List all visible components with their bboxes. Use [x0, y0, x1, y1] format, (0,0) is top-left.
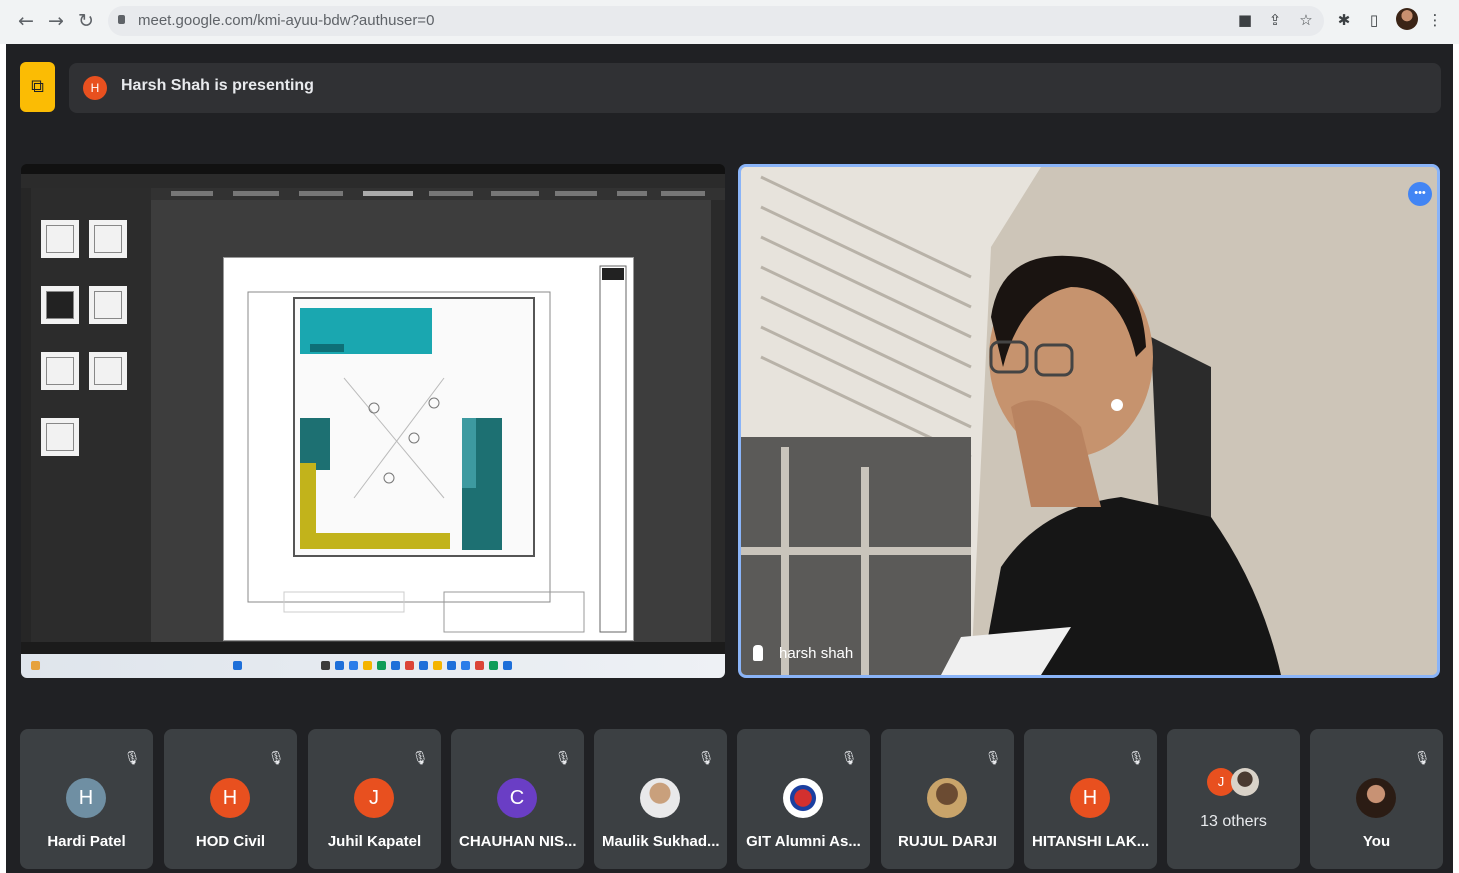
- avatar: J: [354, 778, 394, 818]
- presenting-label: Harsh Shah is presenting: [121, 77, 314, 94]
- url-text[interactable]: meet.google.com/kmi-ayuu-bdw?authuser=0: [138, 12, 434, 29]
- participant-tile[interactable]: 🎙 Maulik Sukhad...: [594, 729, 727, 869]
- more-options-icon[interactable]: •••: [1408, 182, 1432, 206]
- others-count: 13 others: [1200, 813, 1267, 830]
- self-tile[interactable]: 🎙 You: [1310, 729, 1443, 869]
- avatar-photo: [927, 778, 967, 818]
- presenting-banner: H Harsh Shah is presenting: [69, 63, 1441, 113]
- side-panel-icon[interactable]: ▯: [1363, 9, 1385, 31]
- mic-off-icon: 🎙: [697, 751, 715, 766]
- participant-name: CHAUHAN NIS...: [459, 833, 576, 850]
- avatar-photo: [640, 778, 680, 818]
- browser-toolbar: ← → ↻ meet.google.com/kmi-ayuu-bdw?authu…: [0, 0, 1459, 44]
- shared-app-thumbnails: [31, 188, 151, 642]
- mic-off-icon: 🎙: [840, 751, 858, 766]
- speaker-video-feed: [741, 167, 1437, 675]
- participant-name: RUJUL DARJI: [898, 833, 997, 850]
- avatar-photo: [1231, 768, 1259, 796]
- mic-off-icon: 🎙: [1127, 751, 1145, 766]
- speaker-name: harsh shah: [779, 645, 854, 662]
- avatar-photo: [1356, 778, 1396, 818]
- shared-app-tabs: [151, 188, 725, 200]
- avatar-logo: [783, 778, 823, 818]
- participant-name: GIT Alumni As...: [746, 833, 861, 850]
- extensions-icon[interactable]: ✱: [1333, 9, 1355, 31]
- floor-plan-icon: [247, 265, 627, 633]
- back-icon[interactable]: ←: [13, 8, 39, 34]
- mic-off-icon: 🎙: [984, 751, 1002, 766]
- floor-plan-drawing: [223, 257, 634, 641]
- self-name: You: [1362, 833, 1391, 850]
- mic-off-icon: 🎙: [1413, 751, 1431, 766]
- share-icon[interactable]: ⇪: [1264, 9, 1286, 31]
- presenter-avatar: H: [83, 76, 107, 100]
- participant-name: HOD Civil: [195, 833, 266, 850]
- shared-app-menubar: [21, 164, 725, 174]
- forward-icon[interactable]: →: [43, 8, 69, 34]
- shared-app-toolbar: [21, 174, 725, 188]
- participant-tile[interactable]: 🎙 H Hardi Patel: [20, 729, 153, 869]
- menu-dots-icon[interactable]: ⋮: [1424, 9, 1446, 31]
- participant-name: Juhil Kapatel: [327, 833, 422, 850]
- camera-indicator-icon[interactable]: ■: [1234, 9, 1256, 31]
- speaker-video-tile[interactable]: ••• harsh shah: [738, 164, 1440, 678]
- shared-taskbar: [21, 654, 725, 678]
- participant-tile[interactable]: 🎙 C CHAUHAN NIS...: [451, 729, 584, 869]
- shared-app-canvas: [151, 200, 711, 642]
- participant-tile[interactable]: 🎙 GIT Alumni As...: [737, 729, 870, 869]
- reload-icon[interactable]: ↻: [73, 8, 99, 34]
- participant-tile[interactable]: 🎙 RUJUL DARJI: [881, 729, 1014, 869]
- mic-off-icon: 🎙: [267, 751, 285, 766]
- participant-tile[interactable]: 🎙 H HITANSHI LAK...: [1024, 729, 1157, 869]
- participant-name: Hardi Patel: [47, 833, 126, 850]
- others-tile[interactable]: J 13 others: [1167, 729, 1300, 869]
- shared-app-left-rail: [21, 188, 31, 642]
- avatar: C: [497, 778, 537, 818]
- presentation-icon[interactable]: ⧉: [20, 62, 55, 112]
- shared-app-statusbar: [21, 642, 725, 654]
- participant-tile[interactable]: 🎙 H HOD Civil: [164, 729, 297, 869]
- bookmark-star-icon[interactable]: ☆: [1295, 9, 1317, 31]
- microphone-icon: [753, 645, 763, 661]
- participant-tile[interactable]: 🎙 J Juhil Kapatel: [308, 729, 441, 869]
- lock-icon: [118, 15, 125, 24]
- mic-off-icon: 🎙: [411, 751, 429, 766]
- avatar: H: [210, 778, 250, 818]
- mic-off-icon: 🎙: [554, 751, 572, 766]
- address-bar[interactable]: meet.google.com/kmi-ayuu-bdw?authuser=0: [108, 6, 1324, 36]
- screen-share-tile[interactable]: [21, 164, 725, 678]
- profile-avatar[interactable]: [1396, 8, 1418, 30]
- avatar: H: [66, 778, 106, 818]
- mic-off-icon: 🎙: [123, 751, 141, 766]
- participant-name: Maulik Sukhad...: [602, 833, 719, 850]
- participant-name: HITANSHI LAK...: [1032, 833, 1149, 850]
- shared-app-right-rail: [711, 200, 725, 642]
- avatar: H: [1070, 778, 1110, 818]
